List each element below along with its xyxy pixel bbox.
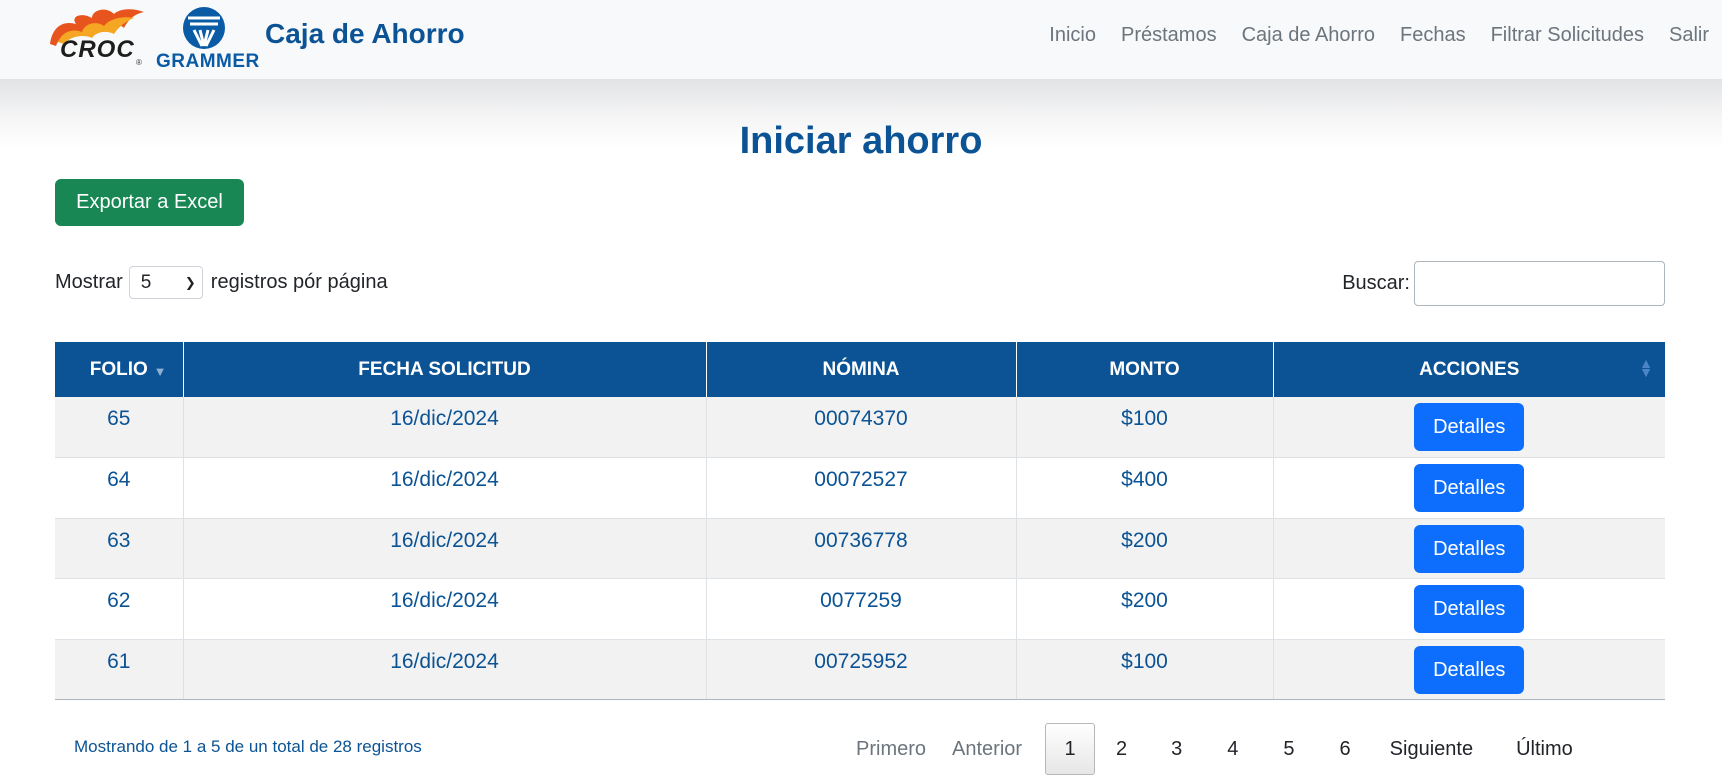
pagination-page-3[interactable]: 3 (1171, 738, 1182, 761)
cell-monto: $400 (1016, 457, 1274, 519)
column-header-acciones[interactable]: ACCIONES ▲ ▼ (1273, 342, 1665, 397)
column-header-nomina[interactable]: NÓMINA (706, 342, 1017, 397)
cell-nomina: 00736778 (706, 518, 1017, 579)
detalles-button[interactable]: Detalles (1414, 524, 1525, 573)
length-suffix: registros pór página (210, 271, 388, 293)
length-prefix: Mostrar (55, 271, 123, 293)
cell-fecha: 16/dic/2024 (183, 639, 707, 700)
column-header-fecha-solicitud[interactable]: FECHA SOLICITUD (183, 342, 707, 397)
navbar: CROC ® GRAMMER Caja de Ahorro Inicio Pré… (0, 0, 1722, 79)
cell-folio: 64 (55, 457, 184, 519)
table-row: 61 16/dic/2024 00725952 $100 Detalles (55, 639, 1665, 700)
pagination-page-1[interactable]: 1 (1045, 723, 1096, 775)
nav-link-fechas[interactable]: Fechas (1400, 24, 1466, 47)
cell-acciones: Detalles (1273, 518, 1665, 579)
cell-fecha: 16/dic/2024 (183, 578, 707, 640)
cell-folio: 63 (55, 518, 184, 579)
pagination-page-5[interactable]: 5 (1283, 738, 1294, 761)
croc-logo: CROC ® (48, 6, 148, 72)
search-label: Buscar: (1342, 272, 1410, 294)
table-row: 63 16/dic/2024 00736778 $200 Detalles (55, 518, 1665, 579)
cell-nomina: 00725952 (706, 639, 1017, 700)
cell-nomina: 0077259 (706, 578, 1017, 640)
pagination-page-4[interactable]: 4 (1227, 738, 1238, 761)
cell-acciones: Detalles (1273, 639, 1665, 700)
pagination-last[interactable]: Último (1516, 738, 1573, 761)
cell-acciones: Detalles (1273, 578, 1665, 640)
nav-link-caja-de-ahorro[interactable]: Caja de Ahorro (1242, 24, 1375, 47)
column-header-folio[interactable]: FOLIO ▼ (55, 342, 184, 397)
nav-link-salir[interactable]: Salir (1669, 24, 1709, 47)
nav-link-inicio[interactable]: Inicio (1049, 24, 1096, 47)
nav-links: Inicio Préstamos Caja de Ahorro Fechas F… (1024, 24, 1709, 47)
pagination: Primero Anterior 1 2 3 4 5 6 Siguiente Ú… (856, 723, 1573, 775)
table-header-row: FOLIO ▼ FECHA SOLICITUD NÓMINA MONTO ACC… (55, 342, 1665, 397)
cell-monto: $100 (1016, 639, 1274, 700)
pagination-previous[interactable]: Anterior (952, 738, 1022, 761)
pagination-page-2[interactable]: 2 (1116, 738, 1127, 761)
registered-mark: ® (136, 58, 142, 67)
page-title: Iniciar ahorro (739, 120, 983, 162)
cell-nomina: 00072527 (706, 457, 1017, 519)
cell-nomina: 00074370 (706, 397, 1017, 458)
nav-link-prestamos[interactable]: Préstamos (1121, 24, 1217, 47)
detalles-button[interactable]: Detalles (1414, 403, 1525, 451)
detalles-button[interactable]: Detalles (1414, 464, 1525, 512)
table-info: Mostrando de 1 a 5 de un total de 28 reg… (74, 737, 422, 756)
cell-monto: $200 (1016, 518, 1274, 579)
cell-fecha: 16/dic/2024 (183, 457, 707, 519)
grammer-logo: GRAMMER (154, 6, 260, 72)
detalles-button[interactable]: Detalles (1414, 645, 1525, 694)
grammer-emblem-icon (183, 7, 225, 49)
cell-acciones: Detalles (1273, 457, 1665, 519)
page-length-control: Mostrar 5 ❯ registros pór página (55, 266, 388, 299)
cell-folio: 61 (55, 639, 184, 700)
cell-monto: $200 (1016, 578, 1274, 640)
pagination-page-6[interactable]: 6 (1340, 738, 1351, 761)
cell-fecha: 16/dic/2024 (183, 397, 707, 458)
export-excel-button[interactable]: Exportar a Excel (55, 179, 244, 226)
sort-icon: ▲ ▼ (1639, 355, 1653, 380)
cell-folio: 65 (55, 397, 184, 458)
table-row: 65 16/dic/2024 00074370 $100 Detalles (55, 397, 1665, 458)
search-control: Buscar: (1342, 261, 1665, 306)
table-row: 64 16/dic/2024 00072527 $400 Detalles (55, 457, 1665, 519)
page-length-select[interactable]: 5 ❯ (128, 266, 203, 299)
savings-table: FOLIO ▼ FECHA SOLICITUD NÓMINA MONTO ACC… (55, 342, 1665, 700)
cell-acciones: Detalles (1273, 397, 1665, 458)
pagination-first[interactable]: Primero (856, 738, 926, 761)
brand-title[interactable]: Caja de Ahorro (265, 18, 465, 50)
pagination-next[interactable]: Siguiente (1390, 738, 1473, 761)
search-input[interactable] (1414, 261, 1665, 306)
page-length-value: 5 (140, 272, 152, 293)
table-row: 62 16/dic/2024 0077259 $200 Detalles (55, 578, 1665, 640)
chevron-down-icon: ❯ (184, 275, 196, 290)
grammer-text: GRAMMER (156, 51, 260, 72)
brand[interactable]: CROC ® GRAMMER (48, 6, 260, 72)
cell-fecha: 16/dic/2024 (183, 518, 707, 579)
column-header-monto[interactable]: MONTO (1016, 342, 1274, 397)
detalles-button[interactable]: Detalles (1414, 585, 1525, 633)
cell-folio: 62 (55, 578, 184, 640)
nav-link-filtrar-solicitudes[interactable]: Filtrar Solicitudes (1491, 24, 1644, 47)
croc-text: CROC (60, 36, 135, 63)
cell-monto: $100 (1016, 397, 1274, 458)
sort-descending-icon: ▼ (153, 364, 167, 379)
